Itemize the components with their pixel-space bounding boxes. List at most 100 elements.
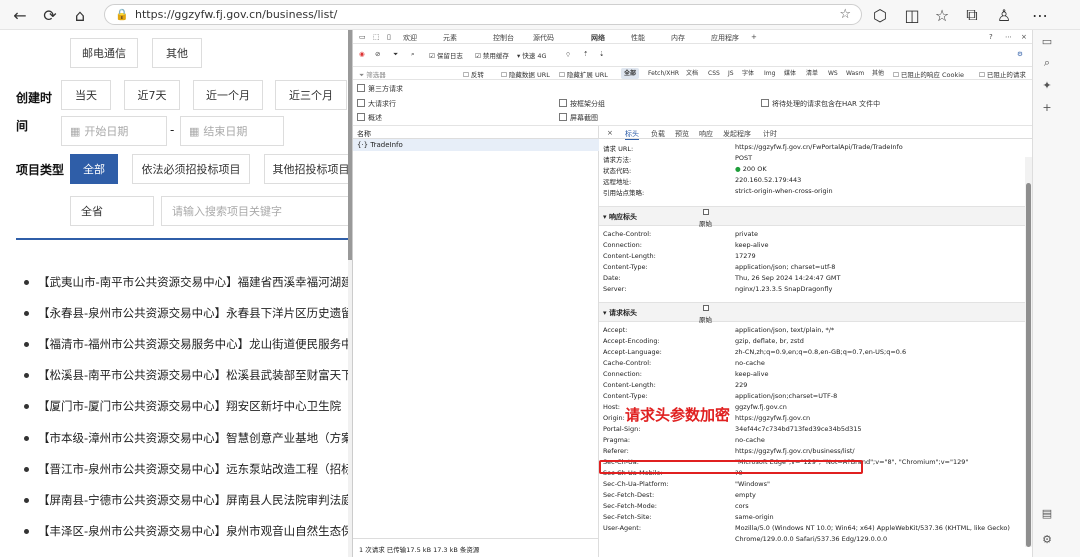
import-icon[interactable]: ⇡ [583,50,588,58]
filter-type-all[interactable]: 全部 [621,68,640,79]
header-row: 引用站点策略: strict-origin-when-cross-origin [603,187,833,197]
inspect-icon[interactable]: ⬚ [373,33,380,41]
filter-type[interactable]: WS [825,68,841,79]
province-select[interactable]: 全省 [70,196,154,226]
split-icon[interactable]: ◫ [902,5,922,25]
category-button[interactable]: 其他 [152,38,202,68]
end-date-input[interactable]: ▦ 结束日期 [180,116,284,146]
throttle-select[interactable]: ▾ 快速 4G [517,50,547,60]
start-date-input[interactable]: ▦ 开始日期 [61,116,167,146]
search-icon[interactable]: ⌕ [411,50,415,59]
invert-checkbox[interactable]: ☐ 反转 [463,69,484,79]
tab-headers[interactable]: 标头 [625,129,639,140]
xhr-icon: {·} [357,141,371,149]
header-row: Connection: keep-alive [603,370,769,378]
tab-performance[interactable]: 性能 [631,33,645,43]
layout-icon[interactable]: ▤ [1040,506,1054,520]
tab-preview[interactable]: 预览 [675,129,689,139]
star-icon[interactable]: ☆ [839,7,851,22]
settings-gear-icon[interactable]: ⚙ [1017,50,1023,58]
home-icon[interactable]: ⌂ [70,5,90,25]
big-rows-checkbox[interactable]: 大请求行 [357,99,396,109]
detail-scrollbar[interactable] [1025,157,1032,547]
third-party-checkbox[interactable]: 第三方请求 [357,84,403,94]
minimize-icon[interactable]: ▭ [1040,34,1054,48]
type-button-all[interactable]: 全部 [70,154,118,184]
calendar-icon: ▦ [70,124,81,138]
filter-type[interactable]: Fetch/XHR [645,68,682,79]
response-headers-section[interactable]: ▾ 响应标头 原始 [599,206,1025,228]
clear-icon[interactable]: ⊘ [375,50,380,58]
time-button[interactable]: 近三个月 [275,80,347,110]
collections-icon[interactable]: ⧉ [962,5,982,25]
request-headers-section[interactable]: ▾ 请求标头 原始 [599,302,1025,324]
tab-sources[interactable]: 源代码 [533,33,554,43]
help-icon[interactable]: ? [989,33,993,41]
filter-type[interactable]: 清单 [803,68,821,79]
device-icon[interactable]: ▭ [359,33,366,41]
filter-type[interactable]: CSS [705,68,723,79]
disable-cache-checkbox[interactable]: ☑ 禁用缓存 [475,50,509,60]
request-row[interactable]: {·} TradeInfo [353,139,599,151]
add-icon[interactable]: + [1040,100,1054,114]
scrollbar-thumb[interactable] [1026,183,1031,547]
refresh-icon[interactable]: ⟳ [40,5,60,25]
tab-network[interactable]: 网络 [591,33,605,43]
filter-type[interactable]: 媒体 [781,68,799,79]
header-row: Content-Type: application/json; charset=u… [603,263,836,271]
group-by-frame-checkbox[interactable]: 按框架分组 [559,99,605,109]
more-icon[interactable]: ⋯ [1030,5,1050,25]
filter-type[interactable]: Img [761,68,778,79]
sidebar-search-icon[interactable]: ⌕ [1040,56,1054,70]
wifi-icon[interactable]: ⌔ [565,50,571,59]
profile-icon[interactable]: ♙ [994,5,1014,25]
tab-payload[interactable]: 负载 [651,129,665,139]
filter-type[interactable]: JS [725,68,737,79]
screenshots-checkbox[interactable]: 屏幕截图 [559,113,598,123]
time-button[interactable]: 近7天 [124,80,180,110]
address-bar[interactable]: 🔒 https://ggzyfw.fj.gov.cn/business/list… [104,4,862,25]
close-devtools-icon[interactable]: × [1021,33,1027,41]
tab-elements[interactable]: 元素 [443,33,457,43]
blocked-cookie-checkbox[interactable]: ☐ 已阻止的响应 Cookie [893,69,964,79]
favorites-icon[interactable]: ☆ [932,5,952,25]
hide-ext-url-checkbox[interactable]: ☐ 隐藏扩展 URL [559,69,608,79]
category-button[interactable]: 邮电通信 [70,38,138,68]
filter-type[interactable]: 字体 [739,68,757,79]
time-button[interactable]: 近一个月 [193,80,263,110]
tab-console[interactable]: 控制台 [493,33,514,43]
har-include-checkbox[interactable]: 将待处理的请求包含在HAR 文件中 [761,99,880,109]
blocked-request-checkbox[interactable]: ☐ 已阻止的请求 [979,69,1026,79]
type-button[interactable]: 依法必须招投标项目 [132,154,250,184]
filter-input[interactable]: ⏷ 筛选器 [359,69,386,80]
tab-timing[interactable]: 计时 [763,129,777,139]
raw-checkbox[interactable] [703,209,709,215]
tab-memory[interactable]: 内存 [671,33,685,43]
filter-icon[interactable]: ⏷ [393,50,398,59]
filter-type[interactable]: 其他 [869,68,887,79]
back-icon[interactable]: ← [10,5,30,25]
time-button[interactable]: 当天 [61,80,111,110]
extensions-icon[interactable]: ⬡ [870,5,890,25]
overview-checkbox[interactable]: 概述 [357,113,382,123]
filter-type[interactable]: Wasm [843,68,867,79]
copilot-icon[interactable]: ✦ [1040,78,1054,92]
raw-checkbox[interactable] [703,305,709,311]
record-icon[interactable]: ◉ [359,50,365,58]
filter-type[interactable]: 文档 [683,68,701,79]
tab-response[interactable]: 响应 [699,129,713,139]
export-icon[interactable]: ⇣ [599,50,604,58]
close-detail-icon[interactable]: × [607,129,613,137]
preserve-log-checkbox[interactable]: ☑ 保留日志 [429,50,463,60]
search-input[interactable]: 请输入搜索项目关键字 [161,196,352,226]
tab-welcome[interactable]: 欢迎 [403,33,417,43]
devtools-more-icon[interactable]: ⋯ [1005,33,1012,41]
name-column-header[interactable]: 名称 [353,126,599,139]
hide-data-url-checkbox[interactable]: ☐ 隐藏数据 URL [501,69,550,79]
dock-icon[interactable]: ▯ [387,33,391,41]
add-tab-icon[interactable]: + [751,33,757,41]
tab-application[interactable]: 应用程序 [711,33,739,43]
type-button[interactable]: 其他招投标项目 [264,154,352,184]
tab-initiator[interactable]: 发起程序 [723,129,751,139]
sidebar-settings-icon[interactable]: ⚙ [1040,532,1054,546]
